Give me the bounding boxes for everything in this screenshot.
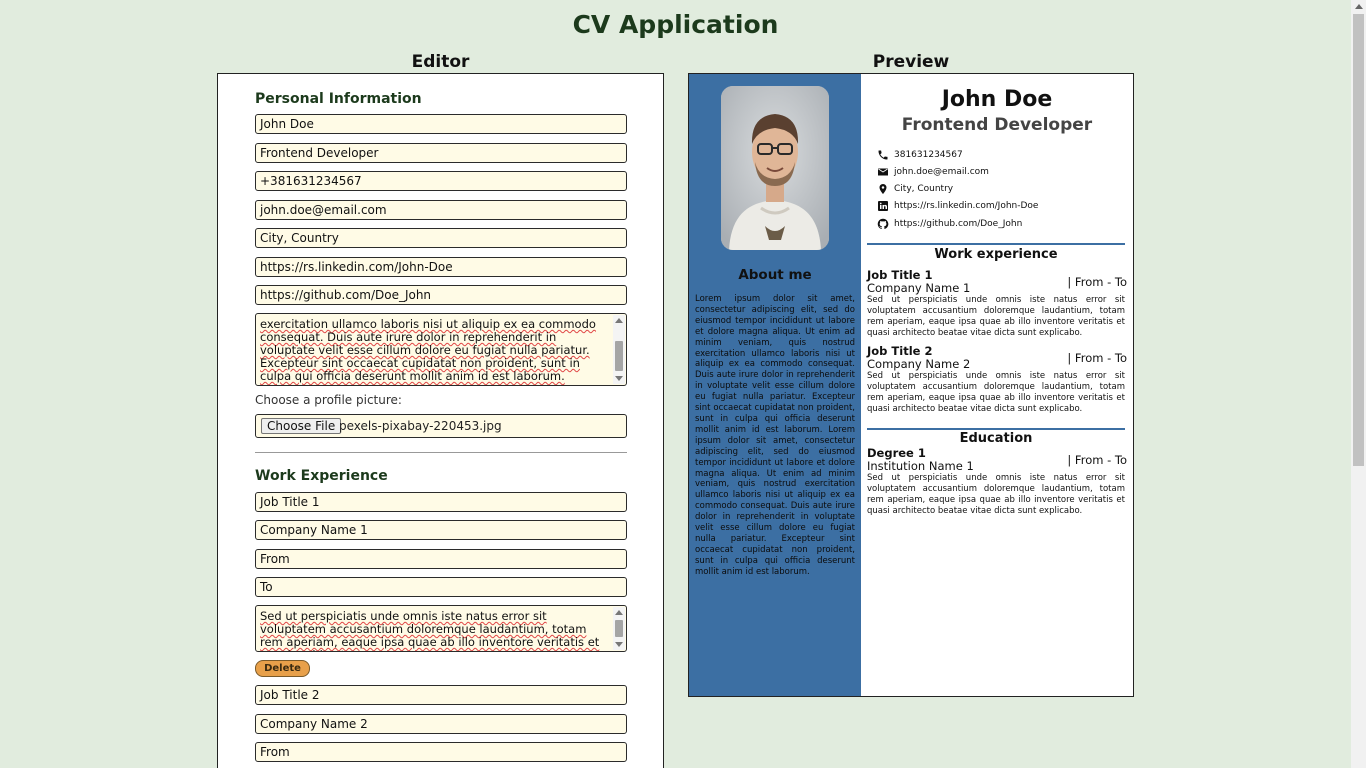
contact-location-text: City, Country — [894, 184, 954, 194]
job1-desc-text: Sed ut perspiciatis unde omnis iste natu… — [260, 609, 600, 652]
cv-degree1-title: Degree 1 — [867, 446, 926, 460]
cv-name: John Doe — [941, 87, 1053, 112]
location-icon — [879, 184, 887, 194]
cv-job2-title: Job Title 2 — [867, 344, 933, 358]
editor-panel: Personal Information John Doe Frontend D… — [217, 73, 664, 768]
cv-degree1-dates: | From - To — [1067, 453, 1127, 467]
cv-preview: About me Lorem ipsum dolor sit amet, con… — [688, 73, 1134, 697]
work-experience-title: Work Experience — [255, 468, 388, 484]
email-icon — [878, 168, 888, 176]
choose-file-button[interactable]: Choose File — [261, 418, 342, 434]
profile-photo — [721, 86, 829, 250]
name-input[interactable]: John Doe — [255, 114, 627, 134]
github-input[interactable]: https://github.com/Doe_John — [255, 285, 627, 305]
personal-info-title: Personal Information — [255, 91, 422, 107]
linkedin-input[interactable]: https://rs.linkedin.com/John-Doe — [255, 257, 627, 277]
linkedin-icon — [878, 201, 888, 211]
editor-heading: Editor — [411, 52, 470, 72]
contact-email-text: john.doe@email.com — [894, 167, 989, 177]
about-textarea-scrollbar[interactable] — [613, 315, 625, 384]
job1-title-input[interactable]: Job Title 1 — [255, 492, 627, 512]
job1-company-input[interactable]: Company Name 1 — [255, 520, 627, 540]
selected-file-name: pexels-pixabay-220453.jpg — [339, 419, 502, 433]
delete-job1-button[interactable]: Delete — [255, 660, 310, 677]
cv-education-title: Education — [959, 431, 1033, 446]
contact-linkedin-text: https://rs.linkedin.com/John-Doe — [894, 201, 1039, 211]
job2-from-input[interactable]: From — [255, 742, 627, 762]
cv-main: John Doe Frontend Developer 381631234567… — [867, 74, 1127, 696]
github-icon — [877, 218, 889, 230]
email-input[interactable]: john.doe@email.com — [255, 200, 627, 220]
job1-from-input[interactable]: From — [255, 549, 627, 569]
about-me-title: About me — [738, 267, 812, 283]
job1-to-input[interactable]: To — [255, 577, 627, 597]
job1-desc-scrollbar[interactable] — [613, 607, 625, 650]
contact-github-text: https://github.com/Doe_John — [894, 219, 1023, 229]
cv-sidebar: About me Lorem ipsum dolor sit amet, con… — [689, 74, 861, 696]
job-title-input[interactable]: Frontend Developer — [255, 143, 627, 163]
cv-job1-dates: | From - To — [1067, 275, 1127, 289]
cv-job-title: Frontend Developer — [901, 115, 1093, 135]
cv-degree1-desc: Sed ut perspiciatis unde omnis iste natu… — [867, 473, 1125, 516]
section-divider — [255, 452, 627, 453]
phone-icon — [878, 150, 888, 160]
about-me-text: Lorem ipsum dolor sit amet, consectetur … — [695, 294, 855, 577]
job2-title-input[interactable]: Job Title 2 — [255, 685, 627, 705]
profile-picture-input[interactable]: Choose File pexels-pixabay-220453.jpg — [255, 414, 627, 438]
location-input[interactable]: City, Country — [255, 228, 627, 248]
cv-job2-company: Company Name 2 — [867, 357, 971, 371]
cv-job1-desc: Sed ut perspiciatis unde omnis iste natu… — [867, 295, 1125, 338]
picture-label: Choose a profile picture: — [255, 393, 402, 407]
cv-job2-desc: Sed ut perspiciatis unde omnis iste natu… — [867, 371, 1125, 414]
cv-degree1-institution: Institution Name 1 — [867, 459, 974, 473]
cv-work-title: Work experience — [934, 247, 1058, 262]
job1-desc-textarea[interactable]: Sed ut perspiciatis unde omnis iste natu… — [255, 605, 627, 652]
cv-job2-dates: | From - To — [1067, 351, 1127, 365]
job2-company-input[interactable]: Company Name 2 — [255, 714, 627, 734]
phone-input[interactable]: +381631234567 — [255, 171, 627, 191]
page-scrollbar[interactable] — [1351, 0, 1366, 768]
cv-job1-company: Company Name 1 — [867, 281, 971, 295]
about-textarea-text: exercitation ullamco laboris nisi ut ali… — [260, 317, 596, 383]
education-rule — [867, 428, 1125, 430]
preview-heading: Preview — [872, 52, 950, 72]
contact-phone-text: 381631234567 — [894, 150, 963, 160]
about-textarea[interactable]: exercitation ullamco laboris nisi ut ali… — [255, 313, 627, 386]
cv-job1-title: Job Title 1 — [867, 268, 933, 282]
page-scrollbar-thumb[interactable] — [1353, 14, 1364, 466]
work-rule — [867, 243, 1125, 245]
app-title: CV Application — [572, 10, 779, 39]
